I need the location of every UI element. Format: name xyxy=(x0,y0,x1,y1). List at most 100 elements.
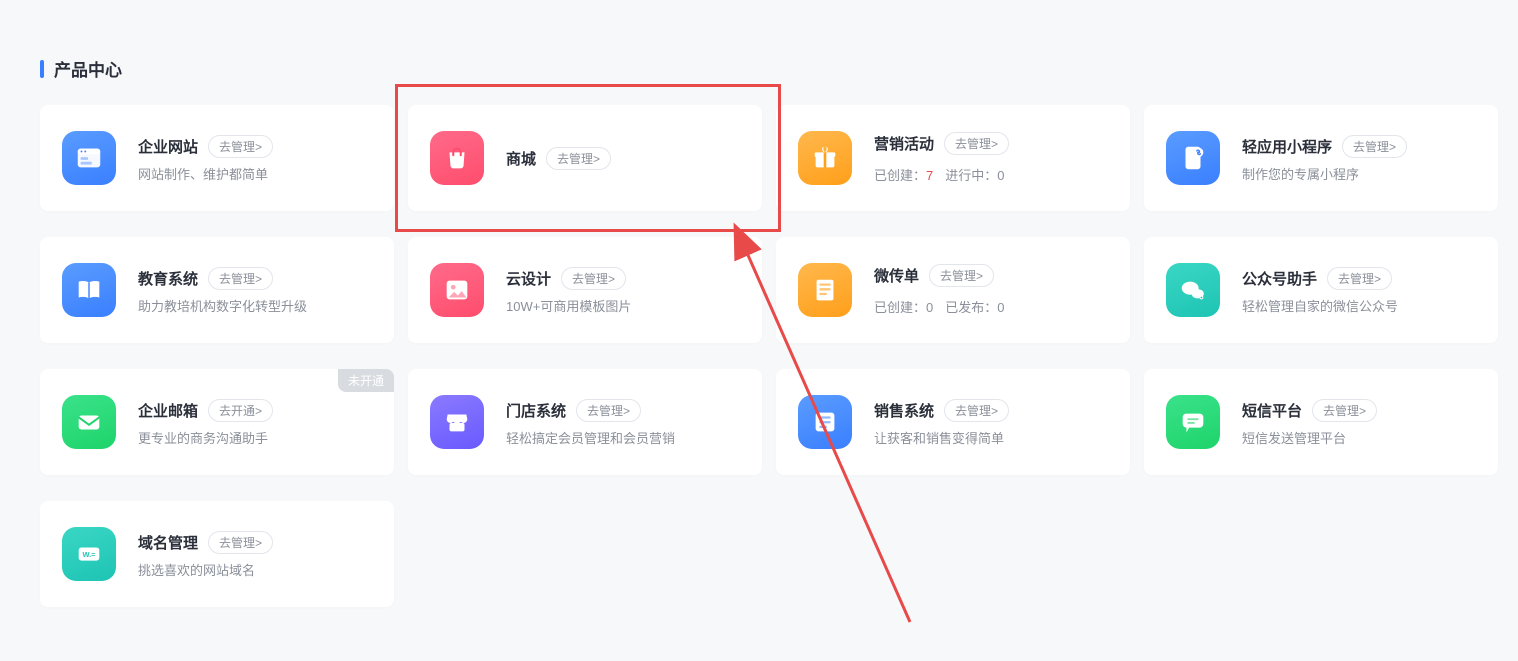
card-action-button[interactable]: 去管理> xyxy=(208,135,273,158)
sms-icon xyxy=(1166,395,1220,449)
card-subtitle: 短信发送管理平台 xyxy=(1242,432,1476,445)
card-title: 企业网站 xyxy=(138,136,198,157)
product-card[interactable]: 企业邮箱去开通> 更专业的商务沟通助手 未开通 xyxy=(40,369,394,475)
card-subtitle: 网站制作、维护都简单 xyxy=(138,168,372,181)
card-title-row: 门店系统去管理> xyxy=(506,399,740,422)
stat-b-label: 已发布： xyxy=(945,300,997,315)
card-title: 企业邮箱 xyxy=(138,400,198,421)
card-subtitle: 挑选喜欢的网站域名 xyxy=(138,564,372,577)
card-title-row: 短信平台去管理> xyxy=(1242,399,1476,422)
card-title-row: 云设计去管理> xyxy=(506,267,740,290)
card-title: 短信平台 xyxy=(1242,400,1302,421)
card-subtitle: 轻松管理自家的微信公众号 xyxy=(1242,300,1476,313)
card-body: 短信平台去管理> 短信发送管理平台 xyxy=(1242,399,1476,445)
card-stats: 已创建：0已发布：0 xyxy=(874,297,1108,316)
product-grid: 企业网站去管理>网站制作、维护都简单商城去管理>营销活动去管理>已创建：7进行中… xyxy=(0,105,1518,607)
website-icon xyxy=(62,131,116,185)
card-action-button[interactable]: 去管理> xyxy=(1342,135,1407,158)
product-card[interactable]: 商城去管理> xyxy=(408,105,762,211)
card-body: 云设计去管理> 10W+可商用模板图片 xyxy=(506,267,740,313)
book-icon xyxy=(62,263,116,317)
card-action-button[interactable]: 去管理> xyxy=(1327,267,1392,290)
card-action-button[interactable]: 去管理> xyxy=(208,267,273,290)
card-title-row: 轻应用小程序去管理> xyxy=(1242,135,1476,158)
card-title-row: 域名管理去管理> xyxy=(138,531,372,554)
card-title: 微传单 xyxy=(874,265,919,286)
card-action-button[interactable]: 去管理> xyxy=(546,147,611,170)
card-title: 轻应用小程序 xyxy=(1242,136,1332,157)
card-body: 企业网站去管理> 网站制作、维护都简单 xyxy=(138,135,372,181)
product-card[interactable]: 云设计去管理> 10W+可商用模板图片 xyxy=(408,237,762,343)
flyer-icon xyxy=(798,263,852,317)
card-body: 域名管理去管理> 挑选喜欢的网站域名 xyxy=(138,531,372,577)
card-action-button[interactable]: 去管理> xyxy=(576,399,641,422)
card-title: 营销活动 xyxy=(874,133,934,154)
card-subtitle: 更专业的商务沟通助手 xyxy=(138,432,372,445)
card-action-button[interactable]: 去管理> xyxy=(561,267,626,290)
title-accent-bar xyxy=(40,60,44,78)
gift-icon xyxy=(798,131,852,185)
card-stat-b: 已发布：0 xyxy=(945,297,1004,316)
card-body: 门店系统去管理> 轻松搞定会员管理和会员营销 xyxy=(506,399,740,445)
card-title-row: 商城去管理> xyxy=(506,147,740,170)
stat-a-value: 7 xyxy=(926,168,933,183)
card-action-button[interactable]: 去管理> xyxy=(1312,399,1377,422)
product-card[interactable]: 公众号助手去管理> 轻松管理自家的微信公众号 xyxy=(1144,237,1498,343)
card-title: 域名管理 xyxy=(138,532,198,553)
card-subtitle: 10W+可商用模板图片 xyxy=(506,300,740,313)
card-title: 教育系统 xyxy=(138,268,198,289)
product-card[interactable]: 微传单去管理>已创建：0已发布：0 xyxy=(776,237,1130,343)
image-icon xyxy=(430,263,484,317)
card-body: 企业邮箱去开通> 更专业的商务沟通助手 xyxy=(138,399,372,445)
card-stat-b: 进行中：0 xyxy=(945,165,1004,184)
stat-a-label: 已创建： xyxy=(874,300,926,315)
stat-b-label: 进行中： xyxy=(945,168,997,183)
card-title-row: 微传单去管理> xyxy=(874,264,1108,287)
card-stats: 已创建：7 进行中：0 xyxy=(874,165,1108,184)
card-body: 销售系统去管理> 让获客和销售变得简单 xyxy=(874,399,1108,445)
stat-a-label: 已创建： xyxy=(874,168,926,183)
product-card[interactable]: W.= 域名管理去管理> 挑选喜欢的网站域名 xyxy=(40,501,394,607)
card-body: 营销活动去管理> 已创建：7 进行中：0 xyxy=(874,132,1108,184)
card-action-button[interactable]: 去管理> xyxy=(944,132,1009,155)
wechat-icon xyxy=(1166,263,1220,317)
card-title: 公众号助手 xyxy=(1242,268,1317,289)
card-corner-tag: 未开通 xyxy=(338,369,394,392)
card-subtitle: 助力教培机构数字化转型升级 xyxy=(138,300,372,313)
product-card[interactable]: 销售系统去管理> 让获客和销售变得简单 xyxy=(776,369,1130,475)
card-title-row: 企业网站去管理> xyxy=(138,135,372,158)
product-card[interactable]: 轻应用小程序去管理>制作您的专属小程序 xyxy=(1144,105,1498,211)
stat-b-value: 0 xyxy=(997,300,1004,315)
card-body: 教育系统去管理> 助力教培机构数字化转型升级 xyxy=(138,267,372,313)
card-title-row: 企业邮箱去开通> xyxy=(138,399,372,422)
card-body: 轻应用小程序去管理>制作您的专属小程序 xyxy=(1242,135,1476,181)
store-icon xyxy=(430,395,484,449)
card-title: 门店系统 xyxy=(506,400,566,421)
shop-icon xyxy=(430,131,484,185)
card-action-button[interactable]: 去管理> xyxy=(208,531,273,554)
card-subtitle: 轻松搞定会员管理和会员营销 xyxy=(506,432,740,445)
card-title: 销售系统 xyxy=(874,400,934,421)
product-card[interactable]: 短信平台去管理> 短信发送管理平台 xyxy=(1144,369,1498,475)
card-body: 微传单去管理>已创建：0已发布：0 xyxy=(874,264,1108,316)
svg-text:W.=: W.= xyxy=(82,550,96,559)
card-title-row: 公众号助手去管理> xyxy=(1242,267,1476,290)
stat-a-value: 0 xyxy=(926,300,933,315)
domain-icon: W.= xyxy=(62,527,116,581)
card-action-button[interactable]: 去开通> xyxy=(208,399,273,422)
card-title-row: 教育系统去管理> xyxy=(138,267,372,290)
miniapp-icon xyxy=(1166,131,1220,185)
card-title: 云设计 xyxy=(506,268,551,289)
card-subtitle: 让获客和销售变得简单 xyxy=(874,432,1108,445)
card-action-button[interactable]: 去管理> xyxy=(944,399,1009,422)
product-card[interactable]: 教育系统去管理> 助力教培机构数字化转型升级 xyxy=(40,237,394,343)
product-card[interactable]: 门店系统去管理> 轻松搞定会员管理和会员营销 xyxy=(408,369,762,475)
product-card[interactable]: 营销活动去管理> 已创建：7 进行中：0 xyxy=(776,105,1130,211)
card-stat-a: 已创建：0 xyxy=(874,297,933,316)
card-action-button[interactable]: 去管理> xyxy=(929,264,994,287)
card-title-row: 营销活动去管理> xyxy=(874,132,1108,155)
page-header: 产品中心 xyxy=(0,0,1518,105)
product-card[interactable]: 企业网站去管理> 网站制作、维护都简单 xyxy=(40,105,394,211)
card-stat-a: 已创建：7 xyxy=(874,165,933,184)
stat-b-value: 0 xyxy=(997,168,1004,183)
